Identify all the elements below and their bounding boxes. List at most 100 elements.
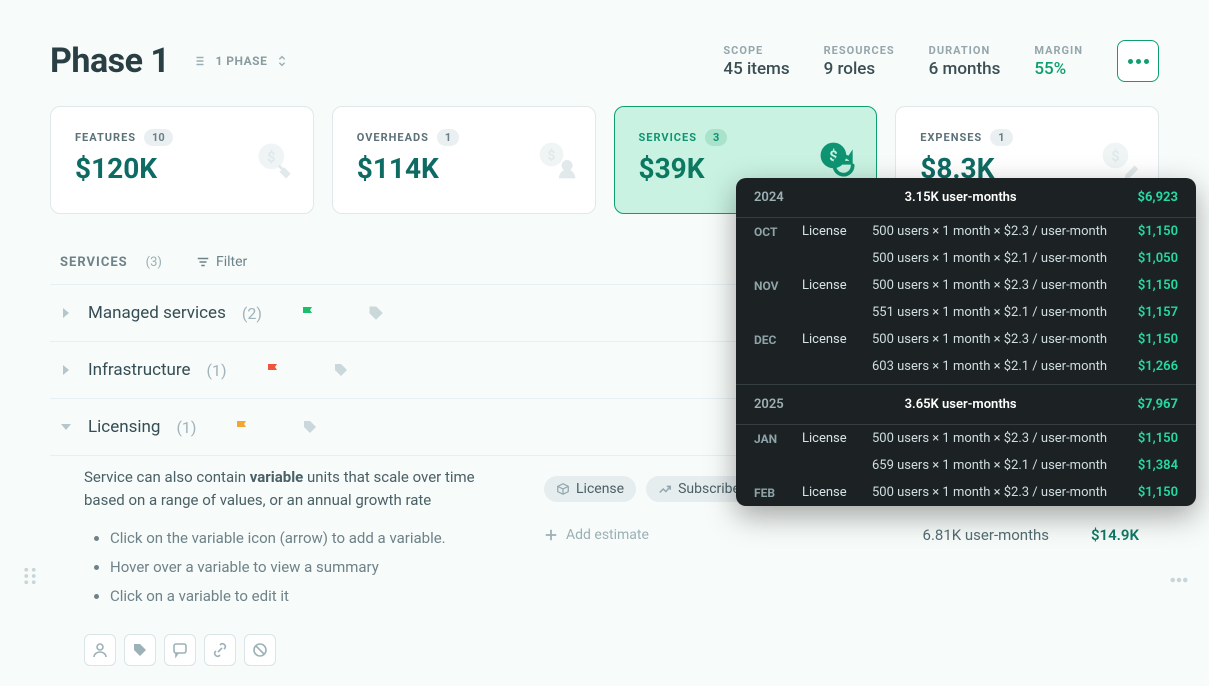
asterisk-icon[interactable]: [268, 419, 284, 435]
popover-year-total: $6,923: [1137, 190, 1178, 205]
stat-label: MARGIN: [1034, 44, 1083, 57]
popover-category: License: [802, 332, 872, 347]
popover-value: $1,150: [1122, 278, 1178, 293]
chevron-down-icon[interactable]: [60, 421, 72, 433]
card-label: EXPENSES: [920, 131, 982, 144]
dots-icon: [1128, 59, 1149, 64]
popover-category: License: [802, 485, 872, 500]
drag-handle-icon[interactable]: [20, 566, 40, 586]
bullet: Hover over a variable to view a summary: [110, 556, 504, 579]
flag-icon[interactable]: [265, 362, 281, 378]
popover-value: $1,150: [1122, 332, 1178, 347]
chevron-right-icon[interactable]: [60, 364, 72, 376]
tag-icon[interactable]: [333, 362, 349, 378]
add-estimate-button[interactable]: Add estimate: [544, 523, 649, 547]
filter-icon: [196, 255, 210, 269]
stat-label: SCOPE: [723, 44, 789, 57]
person-dollar-icon: $: [535, 138, 579, 182]
popover-value: $1,150: [1122, 224, 1178, 239]
popover-year-units: 3.65K user-months: [905, 397, 1017, 412]
popover-year-row: 2025 3.65K user-months $7,967: [736, 385, 1196, 425]
svg-text:$: $: [267, 148, 275, 166]
popover-line: DECLicense500 users × 1 month × $2.3 / u…: [736, 326, 1196, 353]
service-count: (2): [242, 304, 262, 323]
link-button[interactable]: [204, 634, 236, 666]
popover-value: $1,157: [1122, 305, 1178, 320]
est-units: 6.81K user-months: [923, 526, 1049, 544]
popover-month: NOV: [754, 279, 802, 293]
service-count: (1): [176, 418, 196, 437]
popover-desc: 500 users × 1 month × $2.3 / user-month: [872, 431, 1122, 446]
stat-scope: SCOPE 45 items: [723, 44, 789, 79]
est-total: $14.9K: [1079, 526, 1149, 544]
service-count: (1): [207, 361, 227, 380]
card-label: SERVICES: [639, 131, 697, 144]
popover-desc: 500 users × 1 month × $2.3 / user-month: [872, 224, 1122, 239]
tag-icon[interactable]: [302, 419, 318, 435]
header: Phase 1 1 PHASE SCOPE 45 items RESOURCES…: [50, 40, 1159, 82]
card-label: FEATURES: [75, 131, 136, 144]
stat-value: 55%: [1034, 59, 1083, 79]
popover-value: $1,150: [1122, 485, 1178, 500]
service-name: Licensing: [88, 417, 160, 437]
asterisk-icon[interactable]: [299, 362, 315, 378]
stat-label: RESOURCES: [824, 44, 895, 57]
tag-button[interactable]: [124, 634, 156, 666]
assignee-button[interactable]: [84, 634, 116, 666]
popover-line: 500 users × 1 month × $2.1 / user-month$…: [736, 245, 1196, 272]
popover-desc: 500 users × 1 month × $2.3 / user-month: [872, 278, 1122, 293]
popover-category: License: [802, 278, 872, 293]
trend-up-icon: [658, 482, 672, 496]
card-overheads[interactable]: OVERHEADS 1 $114K $: [332, 106, 596, 214]
popover-line: 603 users × 1 month × $2.1 / user-month$…: [736, 353, 1196, 380]
more-horizontal-icon[interactable]: [1169, 570, 1189, 590]
card-count: 1: [990, 129, 1012, 146]
flag-icon[interactable]: [300, 305, 316, 321]
tag-icon[interactable]: [368, 305, 384, 321]
card-count: 3: [705, 129, 727, 146]
flag-icon[interactable]: [234, 419, 250, 435]
refresh-dollar-icon: $: [816, 138, 860, 182]
stat-margin: MARGIN 55%: [1034, 44, 1083, 79]
popover-year-row: 2024 3.15K user-months $6,923: [736, 178, 1196, 218]
filter-button[interactable]: Filter: [196, 254, 247, 270]
service-name: Infrastructure: [88, 360, 191, 380]
header-left: Phase 1 1 PHASE: [50, 41, 289, 81]
row-icons: [234, 419, 318, 435]
variable-summary-popover: 2024 3.15K user-months $6,923 OCTLicense…: [736, 178, 1196, 506]
asterisk-icon[interactable]: [334, 305, 350, 321]
card-label: OVERHEADS: [357, 131, 429, 144]
popover-year: 2025: [754, 397, 784, 412]
popover-value: $1,050: [1122, 251, 1178, 266]
popover-line: JANLicense500 users × 1 month × $2.3 / u…: [736, 425, 1196, 452]
bullet: Click on a variable to edit it: [110, 585, 504, 608]
comment-button[interactable]: [164, 634, 196, 666]
popover-line: FEBLicense500 users × 1 month × $2.3 / u…: [736, 479, 1196, 506]
card-features[interactable]: FEATURES 10 $120K $: [50, 106, 314, 214]
tag-license[interactable]: License: [544, 476, 636, 502]
svg-text:$: $: [547, 147, 555, 164]
popover-month: DEC: [754, 333, 802, 347]
chevron-right-icon[interactable]: [60, 307, 72, 319]
detail-text-a: Service can also contain: [84, 468, 250, 486]
tag-label: License: [576, 481, 624, 497]
wrench-dollar-icon: $: [253, 138, 297, 182]
popover-line: OCTLicense500 users × 1 month × $2.3 / u…: [736, 218, 1196, 245]
detail-text-b: variable: [250, 468, 304, 486]
popover-year: 2024: [754, 190, 784, 205]
phase-selector[interactable]: 1 PHASE: [193, 54, 289, 68]
detail-text: Service can also contain variable units …: [84, 466, 504, 666]
svg-text:$: $: [1111, 147, 1119, 165]
popover-category: License: [802, 431, 872, 446]
block-button[interactable]: [244, 634, 276, 666]
bullet: Click on the variable icon (arrow) to ad…: [110, 527, 504, 550]
stat-duration: DURATION 6 months: [929, 44, 1001, 79]
stat-value: 45 items: [723, 59, 789, 79]
row-icons: [265, 362, 349, 378]
more-button[interactable]: [1117, 40, 1159, 82]
stat-label: DURATION: [929, 44, 1001, 57]
popover-desc: 551 users × 1 month × $2.1 / user-month: [872, 305, 1122, 320]
popover-desc: 659 users × 1 month × $2.1 / user-month: [872, 458, 1122, 473]
list-icon: [193, 54, 207, 68]
stat-value: 9 roles: [824, 59, 895, 79]
